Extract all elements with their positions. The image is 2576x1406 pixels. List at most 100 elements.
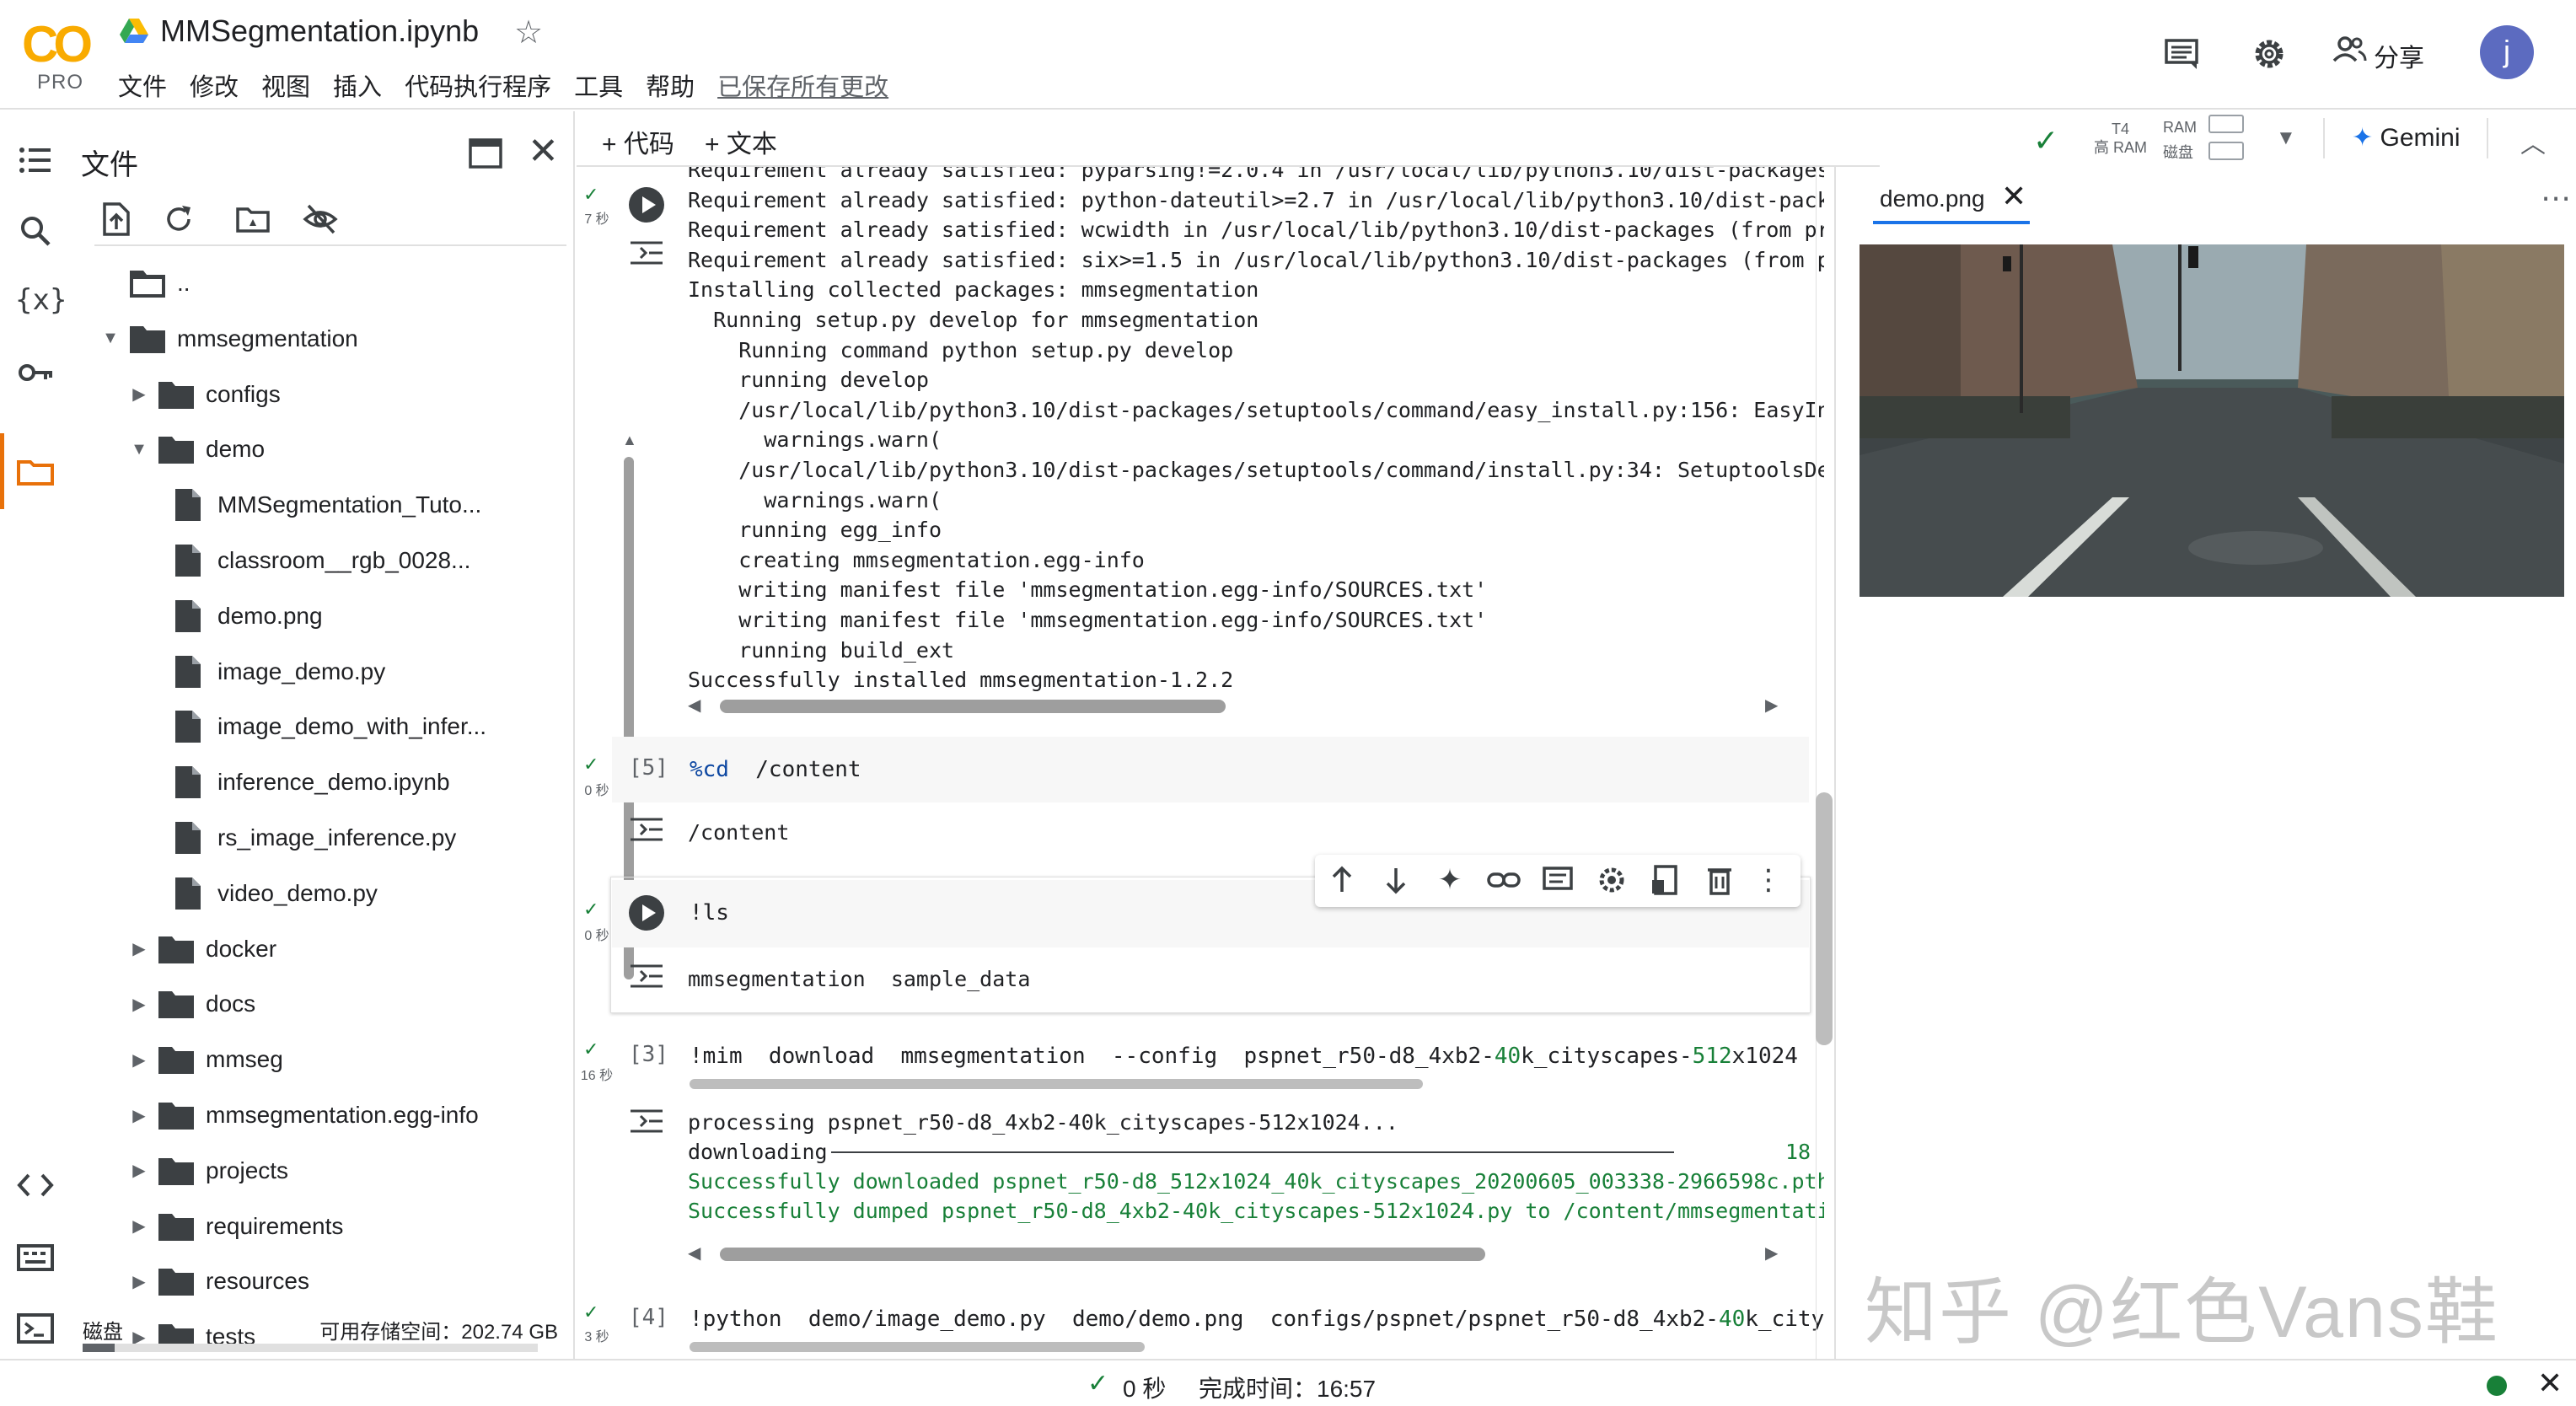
notebook-scroll-thumb[interactable] (1816, 792, 1833, 1045)
menu-help[interactable]: 帮助 (646, 67, 695, 103)
expand-chevron-down-icon[interactable]: ▼ (130, 440, 148, 459)
upload-file-icon[interactable] (98, 201, 135, 238)
expand-chevron-right-icon[interactable]: ▶ (130, 1049, 148, 1071)
close-status-icon[interactable]: ✕ (2537, 1366, 2563, 1401)
menu-view[interactable]: 视图 (261, 67, 310, 103)
ram-usage-bar (2208, 115, 2244, 133)
cell-settings-gear-icon[interactable] (1593, 861, 1630, 899)
more-options-icon[interactable]: ⋮ (1750, 861, 1787, 899)
runtime-gpu-info[interactable]: T4 高 RAM (2094, 120, 2147, 157)
gemini-spark-icon[interactable]: ✦ (1431, 861, 1468, 899)
code-horizontal-scrollbar[interactable] (690, 1342, 1145, 1352)
file-tree-file[interactable]: rs_image_inference.py (169, 811, 456, 865)
output-toggle-icon[interactable] (629, 961, 664, 991)
file-tree-folder[interactable]: ▼ demo (130, 422, 265, 476)
code-cell-cd[interactable]: ✓ 0 秒 [5] %cd /content /content (577, 737, 1809, 872)
gemini-button[interactable]: ✦ Gemini (2352, 123, 2461, 153)
runtime-dropdown-icon[interactable]: ▼ (2276, 126, 2296, 150)
add-text-button[interactable]: + 文本 (705, 123, 777, 160)
expand-chevron-down-icon[interactable]: ▼ (101, 329, 120, 348)
file-tree-file[interactable]: inference_demo.ipynb (169, 755, 450, 809)
expand-chevron-right-icon[interactable]: ▶ (130, 1105, 148, 1126)
file-tree-folder[interactable]: ▶ resources (130, 1254, 309, 1308)
share-people-icon[interactable] (2330, 30, 2369, 69)
runtime-connected-check-icon: ✓ (2033, 123, 2059, 158)
expand-chevron-right-icon[interactable]: ▶ (130, 1160, 148, 1181)
file-tree-folder[interactable]: ▼ mmsegmentation (101, 312, 358, 366)
file-tree-folder[interactable]: ▶ requirements (130, 1199, 343, 1253)
add-comment-icon[interactable] (1539, 861, 1576, 899)
save-status-link[interactable]: 已保存所有更改 (717, 67, 888, 103)
file-tree-folder[interactable]: ▶ mmsegmentation.egg-info (130, 1088, 479, 1142)
file-tree-file[interactable]: video_demo.py (169, 867, 378, 920)
copy-link-icon[interactable] (1485, 861, 1522, 899)
delete-cell-trash-icon[interactable] (1701, 861, 1738, 899)
mount-drive-icon[interactable] (234, 201, 271, 238)
notebook-scrollbar[interactable] (1816, 167, 1834, 1359)
mirror-cell-icon[interactable] (1647, 861, 1684, 899)
collapse-header-chevron-up-icon[interactable]: ︿ (2520, 123, 2546, 160)
run-cell-button[interactable] (629, 895, 664, 931)
close-tab-icon[interactable]: ✕ (2001, 179, 2026, 214)
comments-icon[interactable] (2156, 29, 2207, 79)
secrets-key-icon[interactable] (15, 352, 56, 393)
move-cell-down-icon[interactable] (1377, 861, 1414, 899)
file-tree-file[interactable]: image_demo_with_infer... (169, 700, 486, 754)
code-snippets-icon[interactable] (15, 1165, 56, 1205)
output-toggle-icon[interactable] (629, 1106, 664, 1136)
output-horizontal-scrollbar[interactable]: ◀ ▶ (688, 1242, 1784, 1263)
file-tree-file[interactable]: MMSegmentation_Tuto... (169, 478, 481, 532)
code-cell-image-demo[interactable]: ✓ 3 秒 [4] !python demo/image_demo.py dem… (577, 1296, 1824, 1359)
command-palette-icon[interactable] (15, 1237, 56, 1278)
files-folder-icon[interactable] (15, 452, 56, 492)
table-of-contents-icon[interactable] (15, 140, 56, 180)
menu-file[interactable]: 文件 (118, 67, 167, 103)
code-horizontal-scrollbar[interactable] (690, 1079, 1423, 1089)
run-cell-button[interactable] (629, 187, 664, 223)
search-icon[interactable] (15, 211, 56, 251)
output-horizontal-scrollbar[interactable]: ◀ ▶ (688, 695, 1784, 715)
file-tree-folder[interactable]: ▶ projects (130, 1144, 288, 1198)
output-toggle-icon[interactable] (629, 238, 664, 268)
output-line: writing manifest file 'mmsegmentation.eg… (688, 577, 1488, 603)
expand-chevron-right-icon[interactable]: ▶ (130, 994, 148, 1015)
expand-chevron-right-icon[interactable]: ▶ (130, 1215, 148, 1237)
resource-meter[interactable]: RAM 磁盘 (2163, 115, 2197, 165)
output-toggle-icon[interactable] (629, 814, 664, 845)
menu-edit[interactable]: 修改 (190, 67, 239, 103)
refresh-icon[interactable] (160, 201, 197, 238)
settings-gear-icon[interactable] (2244, 29, 2294, 79)
file-tree-folder[interactable]: ▶ mmseg (130, 1033, 283, 1087)
more-options-icon[interactable]: ⋯ (2541, 180, 2571, 216)
expand-chevron-right-icon[interactable]: ▶ (130, 384, 148, 405)
variables-icon[interactable]: {x} (15, 280, 67, 320)
code-cell-mim-download[interactable]: ✓ 16 秒 [3] !mim download mmsegmentation … (577, 1035, 1824, 1313)
menu-insert[interactable]: 插入 (333, 67, 382, 103)
close-panel-icon[interactable]: ✕ (528, 130, 559, 173)
expand-chevron-right-icon[interactable]: ▶ (130, 1271, 148, 1292)
colab-logo[interactable]: CO PRO (22, 15, 98, 94)
terminal-icon[interactable] (15, 1308, 56, 1349)
file-tree-file[interactable]: demo.png (169, 589, 323, 643)
menu-runtime[interactable]: 代码执行程序 (405, 67, 551, 103)
file-tree-file[interactable]: classroom__rgb_0028... (169, 534, 470, 588)
file-tree-folder[interactable]: .. (130, 256, 191, 310)
code-cell-install[interactable]: ✓ 7 秒 Requirement already satisfied: pyp… (577, 167, 1824, 749)
menu-tools[interactable]: 工具 (574, 67, 623, 103)
user-avatar[interactable]: j (2480, 25, 2534, 79)
file-tree-folder[interactable]: ▶ docker (130, 922, 276, 976)
file-tree-folder[interactable]: ▶ docs (130, 977, 255, 1031)
viewer-tab-demo-png[interactable]: demo.png (1880, 185, 1985, 212)
notebook-title[interactable]: MMSegmentation.ipynb (160, 13, 479, 49)
file-tree-file[interactable]: image_demo.py (169, 645, 385, 699)
move-cell-up-icon[interactable] (1323, 861, 1360, 899)
expand-chevron-right-icon[interactable]: ▶ (130, 938, 148, 959)
file-tree-folder[interactable]: ▶ configs (130, 368, 281, 421)
share-button-label[interactable]: 分享 (2374, 37, 2424, 74)
open-in-tab-icon[interactable] (467, 137, 504, 170)
add-code-button[interactable]: + 代码 (602, 123, 674, 160)
hide-files-eye-icon[interactable] (302, 201, 339, 238)
output-processing: processing pspnet_r50-d8_4xb2-40k_citysc… (688, 1110, 1398, 1135)
star-icon[interactable]: ☆ (514, 13, 543, 51)
gemini-label: Gemini (2380, 124, 2461, 152)
